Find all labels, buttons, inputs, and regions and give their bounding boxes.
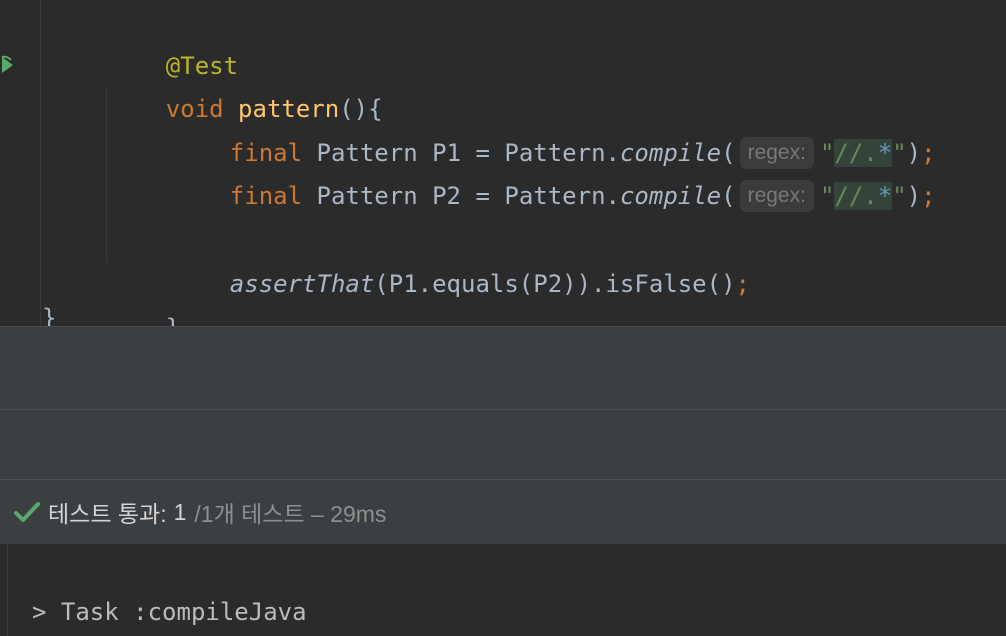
regex-star: * [877, 182, 893, 210]
indent-guide [106, 86, 107, 262]
console-output[interactable]: > Task :compileJava [0, 544, 1006, 636]
tool-window-header [0, 326, 1006, 409]
semicolon: ; [921, 182, 936, 210]
semicolon: ; [735, 270, 750, 298]
var-p2: P2 [432, 182, 462, 210]
regex-slashes-dot: //. [834, 182, 878, 210]
code-line-3[interactable]: final Pattern P1 = Pattern.compile(regex… [172, 87, 936, 169]
assert-args: (P1.equals(P2)).isFalse() [374, 270, 736, 298]
code-line-7[interactable]: } [108, 262, 180, 326]
tests-total-duration: /1개 테스트 – 29ms [194, 501, 387, 527]
code-line-6[interactable]: assertThat(P1.equals(P2)).isFalse(); [172, 218, 750, 298]
code-line-4[interactable]: final Pattern P2 = Pattern.compile(regex… [172, 130, 936, 212]
method-assert-that: assertThat [229, 270, 375, 298]
equals-sign: = [475, 182, 490, 210]
type-pattern: Pattern [316, 182, 418, 210]
closing-brace: } [166, 314, 180, 326]
tests-passed-count: 1 [173, 498, 187, 525]
class-closing-brace: } [42, 304, 57, 326]
quote-close: " [892, 182, 907, 210]
test-status-bar: 테스트 통과: 1 /1개 테스트 – 29ms [0, 479, 1006, 545]
run-test-gutter-icon[interactable] [0, 54, 16, 76]
tool-window-toolbar [0, 409, 1006, 479]
gutter-divider [40, 0, 41, 326]
class-ref: Pattern. [504, 182, 620, 210]
method-compile: compile [619, 182, 722, 210]
tests-passed-label: 테스트 통과: [48, 501, 167, 527]
quote-open: " [819, 182, 835, 210]
open-paren: ( [721, 182, 736, 210]
code-line-2[interactable]: void pattern(){ [108, 43, 383, 123]
code-editor[interactable]: @Test void pattern(){ final Pattern P1 =… [0, 0, 1006, 326]
keyword-final: final [229, 182, 303, 210]
close-paren: ) [906, 182, 922, 210]
console-gutter-divider [7, 544, 8, 636]
regex-fragment: //.* [834, 182, 893, 210]
param-hint-regex: regex: [739, 180, 814, 212]
check-icon [14, 502, 40, 522]
code-line-1[interactable]: @Test [108, 0, 238, 80]
console-line: > Task :compileJava [32, 598, 307, 626]
